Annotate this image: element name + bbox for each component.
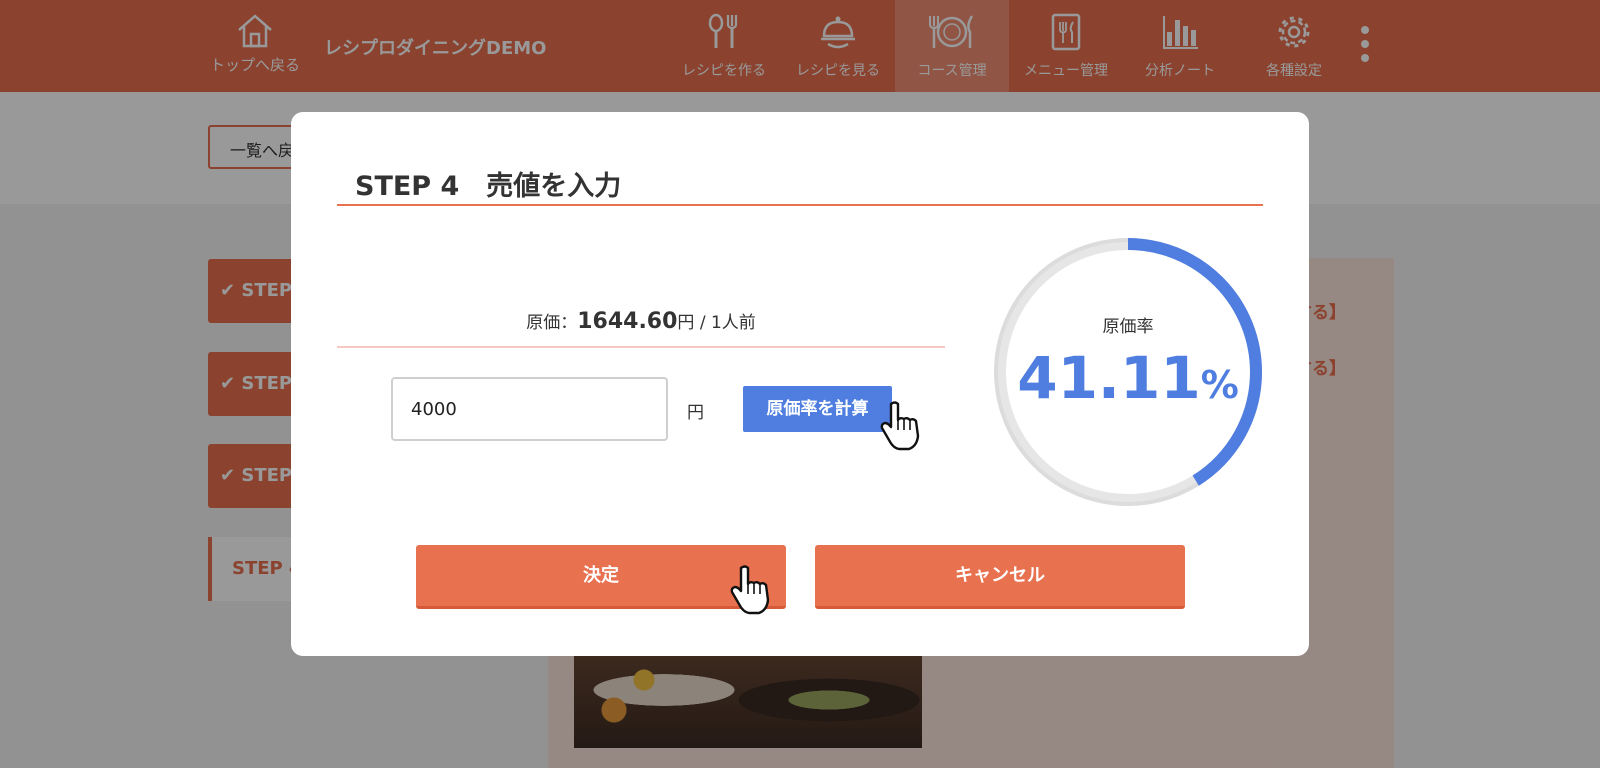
- title-divider: [337, 204, 1263, 206]
- cost-suffix: 円 / 1人前: [677, 313, 756, 333]
- cost-info: 原価：1644.60円 / 1人前: [337, 308, 945, 334]
- sale-price-modal: STEP 4 売値を入力 原価：1644.60円 / 1人前 円 原価率を計算 …: [291, 112, 1309, 656]
- sale-price-input[interactable]: [391, 377, 668, 441]
- hand-cursor-icon: [730, 565, 770, 615]
- cost-value: 1644.60: [577, 309, 678, 334]
- gauge-number: 41.11: [1017, 344, 1201, 412]
- cost-divider: [337, 346, 945, 348]
- cancel-button[interactable]: キャンセル: [815, 545, 1185, 609]
- yen-unit-label: 円: [687, 403, 704, 423]
- hand-cursor-icon: [880, 401, 920, 451]
- gauge-value: 41.11%: [990, 344, 1266, 412]
- gauge-label: 原価率: [1102, 317, 1154, 337]
- modal-title: STEP 4 売値を入力: [355, 171, 622, 202]
- cost-prefix: 原価：: [526, 313, 578, 333]
- gauge-unit: %: [1200, 363, 1239, 407]
- calculate-cost-ratio-button[interactable]: 原価率を計算: [743, 386, 892, 432]
